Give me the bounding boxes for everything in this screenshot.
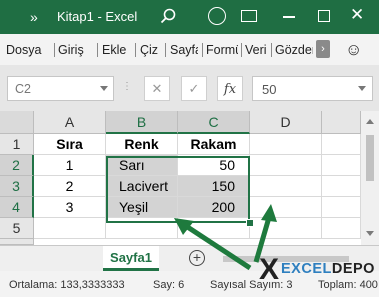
close-icon[interactable]: ✕ [350, 5, 364, 25]
scroll-up-icon[interactable] [366, 119, 374, 124]
name-box[interactable]: C2 [7, 76, 114, 101]
ribbon-display-options-icon[interactable] [241, 10, 257, 22]
resize-dots-icon[interactable]: ⋮ [122, 81, 133, 92]
row-header-3[interactable]: 3 [0, 176, 34, 197]
status-count: Say: 6 [153, 279, 185, 291]
cell-a1[interactable]: Sıra [34, 134, 106, 155]
tab-gozden-gecir[interactable]: Gözden [275, 43, 313, 57]
row-header-4[interactable]: 4 [0, 197, 34, 218]
fill-handle[interactable] [246, 219, 254, 227]
feedback-smiley-icon[interactable]: ☺ [345, 40, 362, 60]
tab-separator [54, 43, 55, 57]
column-header-c[interactable]: C [178, 111, 250, 134]
logo-x-mark: X [259, 253, 280, 286]
row-header-1[interactable]: 1 [0, 134, 34, 155]
cell-a5[interactable] [34, 218, 106, 239]
name-box-value: C2 [15, 82, 31, 96]
cancel-icon: ✕ [151, 81, 163, 96]
scroll-down-icon[interactable] [366, 231, 374, 236]
select-all-button[interactable] [0, 111, 34, 134]
sheet-tab-sayfa1[interactable]: Sayfa1 [103, 246, 159, 271]
tab-formuller[interactable]: Formü [206, 43, 238, 57]
tab-separator [165, 43, 166, 57]
cell-e3[interactable] [322, 176, 361, 197]
tab-separator [135, 43, 136, 57]
tab-separator [271, 43, 272, 57]
cell-a3[interactable]: 2 [34, 176, 106, 197]
cell-e4[interactable] [322, 197, 361, 218]
tab-sayfa-duzeni[interactable]: Sayfa [170, 43, 198, 57]
cell-d1[interactable] [250, 134, 322, 155]
title-bar: » Kitap1 - Excel ✕ [0, 0, 379, 34]
quick-access-more-icon[interactable]: » [30, 9, 38, 25]
cell-a2[interactable]: 1 [34, 155, 106, 176]
enter-button[interactable]: ✓ [181, 76, 207, 101]
tab-veri[interactable]: Veri [245, 43, 267, 57]
row-header-5[interactable]: 5 [0, 218, 34, 239]
cell-c1[interactable]: Rakam [178, 134, 250, 155]
cell-e5[interactable] [322, 218, 361, 239]
tab-separator [202, 43, 203, 57]
add-sheet-icon[interactable]: + [189, 250, 205, 266]
tab-dosya[interactable]: Dosya [6, 43, 41, 57]
cancel-button[interactable]: ✕ [144, 76, 170, 101]
tab-ciz[interactable]: Çiz [140, 43, 158, 57]
scroll-thumb[interactable] [366, 135, 374, 181]
window-title: Kitap1 - Excel [57, 9, 138, 24]
maximize-icon[interactable] [318, 10, 330, 22]
tab-separator [241, 43, 242, 57]
selection-border [106, 156, 250, 223]
tab-separator [97, 43, 98, 57]
excel-depo-logo: X EXCELDEPO [259, 255, 377, 285]
ribbon-tabs: Dosya Giriş Ekle Çiz Sayfa Formü Veri Gö… [0, 34, 379, 65]
chevron-down-icon[interactable] [100, 86, 108, 91]
logo-text: EXCELDEPO [281, 261, 375, 277]
ribbon-more-tabs-icon[interactable]: › [316, 40, 330, 58]
column-header-a[interactable]: A [34, 111, 106, 134]
minimize-icon[interactable] [283, 16, 295, 18]
column-header-d[interactable]: D [250, 111, 322, 134]
expand-formula-icon[interactable] [358, 86, 366, 91]
fx-icon: fx [223, 82, 237, 97]
search-icon[interactable] [160, 8, 176, 29]
cell-a4[interactable]: 3 [34, 197, 106, 218]
cell-d2[interactable] [250, 155, 322, 176]
check-icon: ✓ [188, 81, 200, 96]
cell-d5[interactable] [250, 218, 322, 239]
formula-bar: C2 ⋮ ✕ ✓ fx 50 [0, 65, 379, 111]
tab-ekle[interactable]: Ekle [102, 43, 126, 57]
vertical-scrollbar[interactable] [361, 111, 379, 245]
status-average: Ortalama: 133,3333333 [9, 279, 125, 291]
cell-e1[interactable] [322, 134, 361, 155]
formula-value: 50 [262, 82, 277, 97]
account-icon[interactable] [208, 7, 226, 25]
cell-d3[interactable] [250, 176, 322, 197]
formula-input[interactable]: 50 [252, 76, 373, 101]
column-header-e[interactable] [322, 111, 361, 134]
tab-giris[interactable]: Giriş [58, 43, 84, 57]
cell-b1[interactable]: Renk [106, 134, 178, 155]
cell-d4[interactable] [250, 197, 322, 218]
column-header-b[interactable]: B [106, 111, 178, 134]
row-header-2[interactable]: 2 [0, 155, 34, 176]
insert-function-button[interactable]: fx [217, 76, 243, 101]
cell-e2[interactable] [322, 155, 361, 176]
